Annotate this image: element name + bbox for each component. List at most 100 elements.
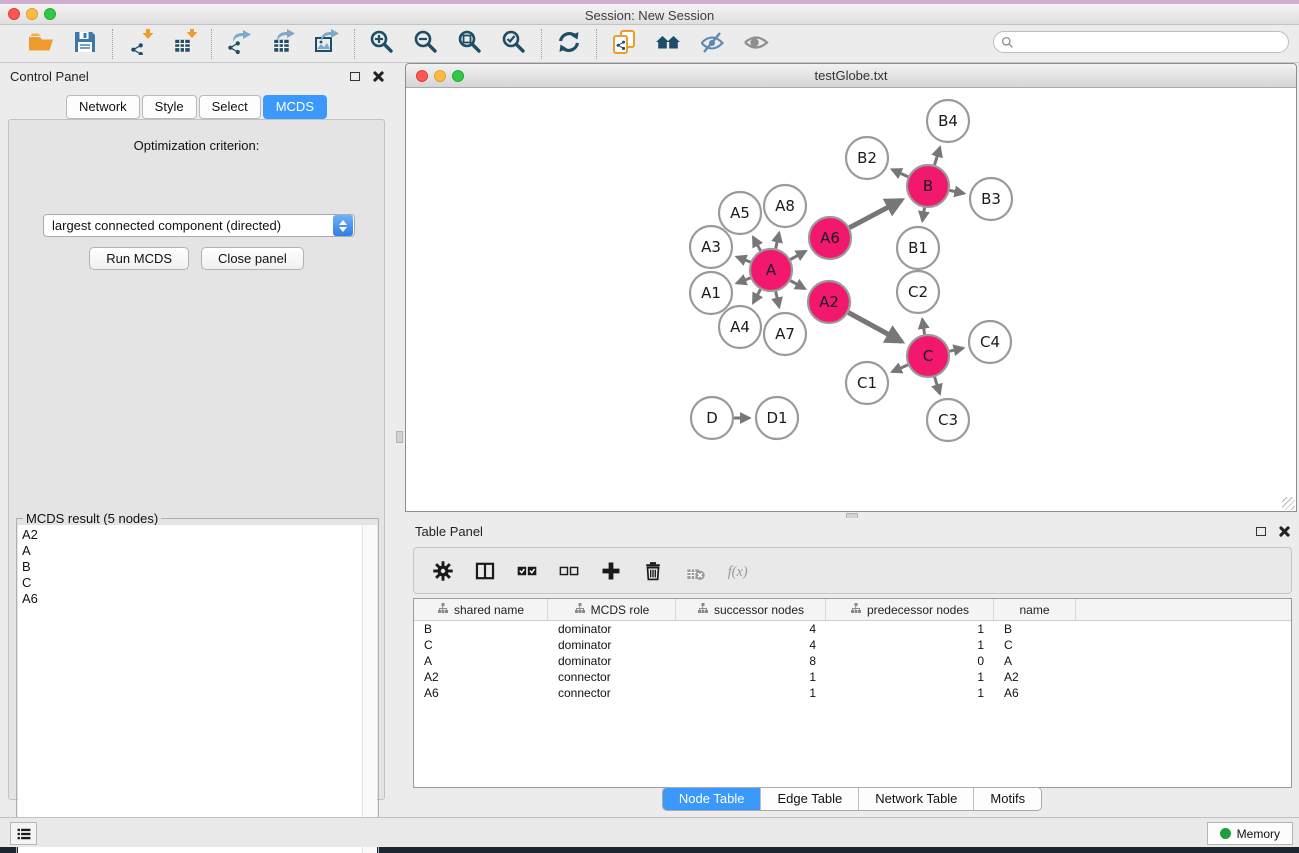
toggle-columns-button[interactable] — [474, 560, 496, 582]
column-header-MCDS-role[interactable]: MCDS role — [548, 599, 676, 620]
search-field[interactable] — [993, 31, 1289, 53]
tab-network[interactable]: Network — [66, 95, 140, 119]
table-row[interactable]: A2connector11A2 — [414, 669, 1291, 685]
mcds-result-item[interactable]: A — [22, 543, 362, 559]
export-network-button[interactable] — [224, 29, 254, 59]
criterion-dropdown[interactable]: largest connected component (directed) — [43, 214, 355, 237]
cell-shared-name: A2 — [414, 670, 548, 684]
create-column-button[interactable] — [600, 560, 622, 582]
node-label-A2: A2 — [819, 293, 839, 311]
column-header-successor-nodes[interactable]: successor nodes — [676, 599, 826, 620]
tab-style[interactable]: Style — [142, 95, 197, 119]
import-network-button[interactable] — [125, 29, 155, 59]
edge-C-C3[interactable] — [935, 377, 940, 394]
trash-icon — [642, 560, 664, 582]
cell-predecessor-nodes: 1 — [826, 670, 994, 684]
zoom-out-button[interactable] — [411, 29, 441, 59]
zoom-selected-button[interactable] — [499, 29, 529, 59]
mcds-result-item[interactable]: B — [22, 559, 362, 575]
edge-B-B4[interactable] — [935, 147, 940, 165]
resize-grip-icon[interactable] — [1282, 497, 1295, 510]
chevron-up-down-icon — [333, 215, 353, 236]
export-image-button[interactable] — [312, 29, 342, 59]
hide-selected-button[interactable] — [697, 29, 727, 59]
memory-label: Memory — [1237, 827, 1280, 841]
edge-A-A3[interactable] — [737, 257, 751, 262]
tab-edge-table[interactable]: Edge Table — [761, 788, 859, 810]
close-table-panel-icon[interactable] — [1278, 526, 1289, 537]
column-tree-icon — [850, 602, 862, 617]
edge-A-A5[interactable] — [753, 237, 760, 251]
tab-node-table[interactable]: Node Table — [663, 788, 762, 810]
column-header-name[interactable]: name — [994, 599, 1076, 620]
mcds-result-item[interactable]: A6 — [22, 591, 362, 607]
edge-C-C2[interactable] — [922, 319, 924, 334]
table-row[interactable]: Cdominator41C — [414, 637, 1291, 653]
edge-A-A4[interactable] — [753, 289, 760, 303]
deselect-all-rows-button[interactable] — [558, 560, 580, 582]
column-header-predecessor-nodes[interactable]: predecessor nodes — [826, 599, 994, 620]
mcds-result-list[interactable]: A2ABCA6 — [18, 525, 362, 853]
run-mcds-button[interactable]: Run MCDS — [89, 247, 189, 270]
close-panel-button[interactable]: Close panel — [201, 247, 304, 270]
close-panel-icon[interactable] — [372, 71, 383, 82]
node-label-A1: A1 — [701, 284, 721, 302]
memory-button[interactable]: Memory — [1207, 822, 1293, 845]
show-all-button[interactable] — [741, 29, 771, 59]
open-session-button[interactable] — [26, 29, 56, 59]
first-neighbors-button[interactable] — [653, 29, 683, 59]
edge-A-A8[interactable] — [776, 233, 779, 249]
clone-network-button[interactable] — [609, 29, 639, 59]
tab-network-table[interactable]: Network Table — [859, 788, 974, 810]
function-builder-button: f(x) — [726, 560, 748, 582]
edge-A6-B[interactable] — [849, 200, 901, 228]
table-row[interactable]: Bdominator41B — [414, 621, 1291, 637]
export-table-button[interactable] — [268, 29, 298, 59]
eye-icon — [743, 29, 769, 60]
table-row[interactable]: A6connector11A6 — [414, 685, 1291, 701]
edge-B-B1[interactable] — [922, 208, 924, 221]
search-input[interactable] — [1014, 35, 1288, 49]
import-table-button[interactable] — [169, 29, 199, 59]
zoom-selected-icon — [501, 29, 527, 60]
save-session-button[interactable] — [70, 29, 100, 59]
zoom-fit-button[interactable] — [455, 29, 485, 59]
edge-A-A1[interactable] — [737, 278, 751, 283]
cell-predecessor-nodes: 0 — [826, 654, 994, 668]
task-history-button[interactable] — [10, 822, 37, 845]
edge-C-C4[interactable] — [950, 348, 964, 351]
node-label-A3: A3 — [701, 238, 721, 256]
edge-B-B2[interactable] — [892, 170, 908, 177]
edge-C-C1[interactable] — [892, 365, 908, 372]
mcds-result-item[interactable]: A2 — [22, 527, 362, 543]
network-canvas[interactable]: B4B2BB3A5A8A6B1A3AC2A1A2A4A7C4CC1C3DD1 — [406, 88, 1296, 511]
tab-select[interactable]: Select — [199, 95, 261, 119]
float-table-panel-icon[interactable] — [1256, 527, 1266, 536]
cell-successor-nodes: 1 — [676, 686, 826, 700]
node-table[interactable]: shared nameMCDS role successor nodes prede… — [413, 598, 1292, 788]
column-label: successor nodes — [714, 603, 804, 617]
vertical-splitter-handle[interactable] — [396, 431, 403, 443]
edge-A-A6[interactable] — [790, 251, 805, 259]
delete-columns-button[interactable] — [642, 560, 664, 582]
apply-layout-button[interactable] — [554, 29, 584, 59]
table-settings-button[interactable] — [432, 560, 454, 582]
application-window: Session: New Session Control Panel Netwo… — [0, 0, 1299, 847]
tab-mcds[interactable]: MCDS — [263, 95, 327, 119]
column-tree-icon — [697, 602, 709, 617]
tab-motifs[interactable]: Motifs — [974, 788, 1041, 810]
result-scrollbar[interactable] — [362, 525, 377, 853]
edge-A2-C[interactable] — [848, 313, 901, 342]
column-header-shared-name[interactable]: shared name — [414, 599, 548, 620]
gear-icon — [432, 560, 454, 582]
float-panel-icon[interactable] — [350, 72, 360, 81]
edge-A-A7[interactable] — [776, 292, 779, 308]
zoom-in-button[interactable] — [367, 29, 397, 59]
table-row[interactable]: Adominator80A — [414, 653, 1291, 669]
edge-B-B3[interactable] — [950, 190, 965, 193]
network-window-titlebar[interactable]: testGlobe.txt — [406, 64, 1296, 88]
mcds-result-item[interactable]: C — [22, 575, 362, 591]
select-all-rows-button[interactable] — [516, 560, 538, 582]
mcds-panel: Optimization criterion: largest connecte… — [8, 119, 385, 800]
edge-A-A2[interactable] — [790, 281, 805, 289]
